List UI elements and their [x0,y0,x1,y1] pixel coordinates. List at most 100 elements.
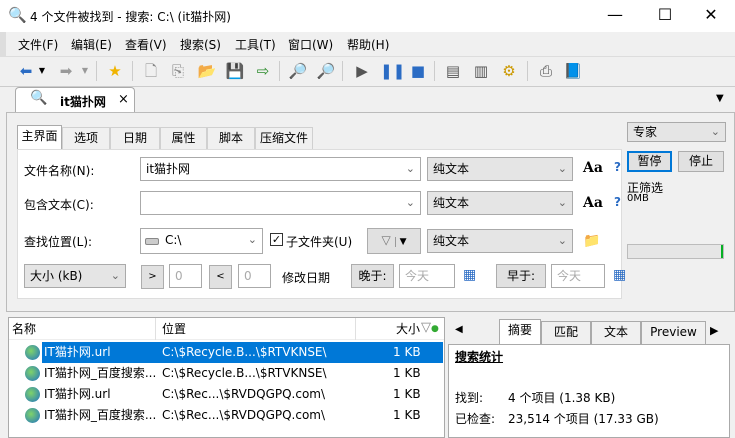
pause-button[interactable]: 暂停 [627,151,672,172]
tab-text[interactable]: 文本 [591,321,641,344]
tab-matches[interactable]: 匹配 [541,321,591,344]
filename-mode-select[interactable]: 纯文本 ⌄ [427,157,573,181]
tab-date[interactable]: 日期 [110,127,160,149]
greater-than-button[interactable]: > [141,265,164,289]
tab-scroll-left-icon[interactable]: ◀ [455,324,463,335]
stop-button[interactable]: 停止 [678,151,724,172]
menu-file[interactable]: 文件(F) [18,36,58,53]
help-icon[interactable]: ? [614,160,621,174]
copy-icon[interactable]: ⎘ [167,60,189,82]
contains-mode-select[interactable]: 纯文本 ⌄ [427,191,573,215]
menu-tools[interactable]: 工具(T) [235,36,276,53]
search-doc-icon[interactable]: 🔎 [287,60,309,82]
found-value: 4 个项目 (1.38 KB) [508,391,616,405]
new-icon[interactable]: 🗋 [140,60,162,82]
tab-close-icon[interactable]: × [118,92,129,107]
before-date-input[interactable]: 今天 [551,264,605,288]
help-icon[interactable]: ? [614,195,621,209]
less-than-button[interactable]: < [209,265,232,289]
add-filter-icon[interactable]: ▽● [421,320,439,335]
stop-icon[interactable]: ■ [407,60,429,82]
location-mode-select[interactable]: 纯文本 ⌄ [427,229,573,253]
forward-icon[interactable]: ➡ [55,60,77,82]
menu-search[interactable]: 搜索(S) [180,36,221,53]
file-name: IT猫扑网.url [44,387,111,401]
start-icon[interactable]: ▶ [351,60,373,82]
back-icon[interactable]: ⬅ [15,60,37,82]
save-icon[interactable]: 💾 [224,60,246,82]
export-icon[interactable]: ⇨ [252,60,274,82]
help-book-icon[interactable]: 📘 [562,60,584,82]
menu-window[interactable]: 窗口(W) [288,36,333,53]
after-button[interactable]: 晚于: [351,264,394,288]
search-image-icon[interactable]: 🔎 [315,60,337,82]
min-size-input[interactable]: 0 [169,264,202,288]
column-size[interactable]: 大小 [396,318,420,340]
tab-options[interactable]: 选项 [62,127,110,149]
minimize-button[interactable]: — [592,0,638,32]
table-row[interactable]: IT猫扑网_百度搜索... C:\$Rec...\$RVDQGPQ.com\ 1 K… [12,405,442,426]
browse-folder-icon[interactable]: 📁 [583,233,600,249]
tab-overflow-icon[interactable]: ▼ [716,93,724,104]
location-mode-value: 纯文本 [433,234,470,248]
column-divider[interactable] [155,318,156,340]
column-name[interactable]: 名称 [12,318,36,340]
before-button[interactable]: 早于: [496,264,546,288]
mode-select[interactable]: 专家 ⌄ [627,122,726,142]
panel-icon[interactable]: ▥ [470,60,492,82]
maximize-button[interactable]: ☐ [642,0,688,32]
layout-icon[interactable]: ▤ [442,60,464,82]
filter-button[interactable]: ▽ ▼ [367,228,421,254]
window-title: 4 个文件被找到 - 搜索: C:\ (it猫扑网) [30,10,231,24]
chevron-down-icon: ⌄ [557,196,567,209]
chevron-down-icon: ⌄ [110,269,120,282]
back-dropdown-icon[interactable]: ▼ [37,60,47,82]
table-row[interactable]: IT猫扑网.url C:\$Recycle.B...\$RTVKNSE\ 1 KB [12,342,443,363]
calendar-icon[interactable]: ▦ [463,267,476,283]
after-date-input[interactable]: 今天 [399,264,455,288]
found-label: 找到: [455,391,484,405]
table-row[interactable]: IT猫扑网.url C:\$Rec...\$RVDQGPQ.com\ 1 KB [12,384,442,405]
tab-attributes[interactable]: 属性 [160,127,207,149]
chevron-down-icon: ⌄ [557,234,567,247]
contains-text-input[interactable]: ⌄ [140,191,421,215]
tab-archive[interactable]: 压缩文件 [255,127,313,149]
tab-summary[interactable]: 摘要 [499,319,541,345]
open-folder-icon[interactable]: 📂 [196,60,218,82]
max-size-input[interactable]: 0 [238,264,271,288]
tab-main[interactable]: 主界面 [17,125,62,150]
menu-help[interactable]: 帮助(H) [347,36,389,53]
document-tab-label: it猫扑网 [60,95,106,109]
column-divider[interactable] [355,318,356,340]
tab-preview[interactable]: Preview [641,321,706,344]
progress-bar [627,244,724,259]
file-location: C:\$Recycle.B...\$RTVKNSE\ [162,345,327,359]
search-icon: 🔍 [30,90,48,106]
pause-icon[interactable]: ❚❚ [380,60,405,82]
menu-edit[interactable]: 编辑(E) [71,36,112,53]
size-select-value: 大小 (kB) [30,269,83,283]
match-case-icon[interactable]: Aa [583,195,603,211]
close-button[interactable]: ✕ [688,0,734,32]
print-icon[interactable]: ⎙ [535,60,557,82]
settings-icon[interactable]: ⚙ [498,60,520,82]
forward-dropdown-icon[interactable]: ▼ [80,60,90,82]
toolbar-separator [434,61,435,81]
location-input[interactable]: C:\ ⌄ [140,228,263,254]
size-select[interactable]: 大小 (kB) ⌄ [24,264,126,288]
match-case-icon[interactable]: Aa [583,160,603,176]
file-size: 1 KB [393,387,421,401]
mode-value: 专家 [633,125,658,139]
file-size: 1 KB [393,345,421,359]
menu-view[interactable]: 查看(V) [125,36,167,53]
subfolders-checkbox[interactable]: ✓ [270,233,283,246]
file-name: IT猫扑网_百度搜索... [44,408,157,422]
tab-scroll-right-icon[interactable]: ▶ [710,324,718,337]
table-row[interactable]: IT猫扑网_百度搜索... C:\$Recycle.B...\$RTVKNSE\ 1… [12,363,442,384]
filename-input[interactable]: it猫扑网 ⌄ [140,157,421,181]
calendar-icon[interactable]: ▦ [613,267,626,283]
column-location[interactable]: 位置 [162,318,186,340]
tab-script[interactable]: 脚本 [207,127,255,149]
favorite-star-icon[interactable]: ★ [104,60,126,82]
checked-value: 23,514 个项目 (17.33 GB) [508,412,659,426]
